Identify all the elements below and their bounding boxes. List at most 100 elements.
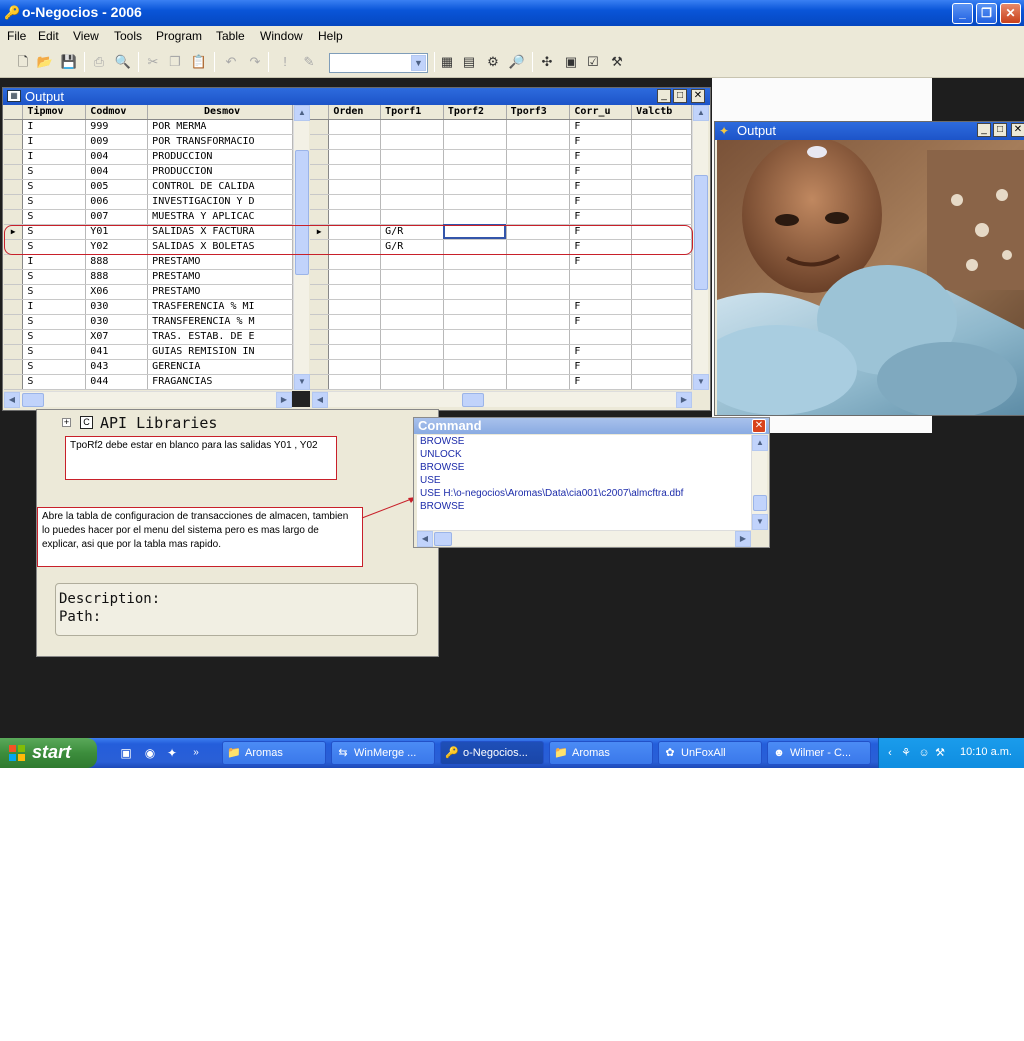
cell-tporf1[interactable]: [380, 344, 444, 360]
cell-tporf2[interactable]: [443, 314, 507, 330]
cell-tporf2[interactable]: [443, 209, 507, 225]
cell-tporf1[interactable]: [380, 269, 444, 285]
record-selector[interactable]: [310, 179, 330, 195]
cell-corr-u[interactable]: [569, 284, 633, 300]
record-selector[interactable]: [4, 209, 24, 225]
table-row[interactable]: S 888 PRESTAMO: [4, 269, 293, 285]
cell-tporf1[interactable]: [380, 329, 444, 345]
open-folder-icon[interactable]: 📂: [36, 53, 54, 71]
cell-orden[interactable]: [328, 179, 382, 195]
record-selector[interactable]: [4, 314, 24, 330]
record-selector[interactable]: [310, 299, 330, 315]
cell-corr-u[interactable]: F: [569, 119, 633, 135]
cell-orden[interactable]: [328, 374, 382, 390]
scroll-up-icon[interactable]: ▲: [693, 105, 709, 121]
save-icon[interactable]: 💾: [60, 53, 78, 71]
table-row[interactable]: S 005 CONTROL DE CALIDA: [4, 179, 293, 195]
tray-tool-icon[interactable]: ⚒: [933, 746, 947, 760]
cell-desmov[interactable]: TRASFERENCIA % MI: [147, 299, 293, 315]
table-row[interactable]: I 004 PRODUCCION: [4, 149, 293, 165]
record-selector[interactable]: [4, 284, 24, 300]
table-row[interactable]: I 888 PRESTAMO: [4, 254, 293, 270]
cell-tipmov[interactable]: S: [22, 344, 87, 360]
browse-window-titlebar[interactable]: ▦ Output _ □ ✕: [3, 88, 710, 105]
cell-valctb[interactable]: [631, 119, 692, 135]
table-row[interactable]: S X07 TRAS. ESTAB. DE E: [4, 329, 293, 345]
cell-tporf1[interactable]: [380, 194, 444, 210]
splitter-bar[interactable]: [292, 391, 310, 407]
col-tipmov-header[interactable]: Tipmov: [22, 105, 87, 120]
run-icon[interactable]: !: [276, 53, 294, 71]
scroll-thumb[interactable]: [462, 393, 484, 407]
cell-tporf2[interactable]: [443, 119, 507, 135]
task-aromas-1[interactable]: 📁 Aromas: [222, 741, 326, 765]
record-selector[interactable]: [4, 269, 24, 285]
cell-tporf2[interactable]: [443, 374, 507, 390]
task-wilmer[interactable]: ☻ Wilmer - C...: [767, 741, 871, 765]
cell-corr-u[interactable]: F: [569, 374, 633, 390]
table-row[interactable]: F: [310, 374, 692, 390]
cell-desmov[interactable]: TRAS. ESTAB. DE E: [147, 329, 293, 345]
col-tporf1-header[interactable]: Tporf1: [380, 105, 444, 120]
record-selector[interactable]: [310, 134, 330, 150]
cell-orden[interactable]: [328, 284, 382, 300]
cell-tporf2[interactable]: [443, 284, 507, 300]
scroll-thumb[interactable]: [295, 150, 309, 275]
table-row[interactable]: F: [310, 359, 692, 375]
image-minimize-button[interactable]: _: [977, 123, 991, 137]
record-selector[interactable]: [4, 374, 24, 390]
data-session-icon[interactable]: ▦: [438, 53, 456, 71]
cell-orden[interactable]: [328, 194, 382, 210]
cell-corr-u[interactable]: [569, 329, 633, 345]
image-close-button[interactable]: ✕: [1011, 123, 1024, 137]
cell-tporf1[interactable]: [380, 149, 444, 165]
cell-desmov[interactable]: PRODUCCION: [147, 164, 293, 180]
cut-icon[interactable]: ✂: [144, 53, 162, 71]
cell-tipmov[interactable]: S: [22, 209, 87, 225]
code-references-icon[interactable]: 🔎: [508, 53, 526, 71]
scroll-left-icon[interactable]: ◀: [4, 392, 20, 408]
table-row[interactable]: S 044 FRAGANCIAS: [4, 374, 293, 390]
cell-codmov[interactable]: 006: [85, 194, 149, 210]
record-selector[interactable]: [310, 374, 330, 390]
cell-tipmov[interactable]: I: [22, 149, 87, 165]
browse-close-button[interactable]: ✕: [691, 89, 705, 103]
cell-orden[interactable]: [328, 119, 382, 135]
cell-tipmov[interactable]: S: [22, 164, 87, 180]
record-selector[interactable]: [310, 164, 330, 180]
cell-desmov[interactable]: GUIAS REMISION IN: [147, 344, 293, 360]
table-row[interactable]: F: [310, 194, 692, 210]
cell-tipmov[interactable]: I: [22, 134, 87, 150]
minimize-button[interactable]: _: [952, 3, 973, 24]
table-row[interactable]: F: [310, 314, 692, 330]
cell-desmov[interactable]: PRESTAMO: [147, 254, 293, 270]
task-winmerge[interactable]: ⇆ WinMerge ...: [331, 741, 435, 765]
table-row[interactable]: S 006 INVESTIGACION Y D: [4, 194, 293, 210]
record-selector[interactable]: [4, 299, 24, 315]
record-selector[interactable]: [310, 119, 330, 135]
scroll-right-icon[interactable]: ▶: [735, 531, 751, 547]
cell-corr-u[interactable]: F: [569, 254, 633, 270]
cell-orden[interactable]: [328, 329, 382, 345]
cell-tipmov[interactable]: S: [22, 359, 87, 375]
cell-tporf1[interactable]: [380, 179, 444, 195]
table-row[interactable]: S 041 GUIAS REMISION IN: [4, 344, 293, 360]
cell-orden[interactable]: [328, 254, 382, 270]
cell-codmov[interactable]: 009: [85, 134, 149, 150]
scroll-down-icon[interactable]: ▼: [294, 374, 310, 390]
cell-tipmov[interactable]: I: [22, 119, 87, 135]
record-selector[interactable]: [310, 314, 330, 330]
cell-valctb[interactable]: [631, 284, 692, 300]
cell-desmov[interactable]: FRAGANCIAS: [147, 374, 293, 390]
table-row[interactable]: F: [310, 134, 692, 150]
cell-valctb[interactable]: [631, 149, 692, 165]
cell-tporf2[interactable]: [443, 359, 507, 375]
record-selector[interactable]: [310, 254, 330, 270]
cell-tporf3[interactable]: [506, 254, 571, 270]
cell-tporf2[interactable]: [443, 269, 507, 285]
record-selector[interactable]: [310, 359, 330, 375]
modify-form-icon[interactable]: ✎: [300, 53, 318, 71]
record-selector[interactable]: [4, 344, 24, 360]
image-window-titlebar[interactable]: ✦ Output _ □ ✕: [715, 122, 1024, 140]
record-selector[interactable]: [4, 194, 24, 210]
